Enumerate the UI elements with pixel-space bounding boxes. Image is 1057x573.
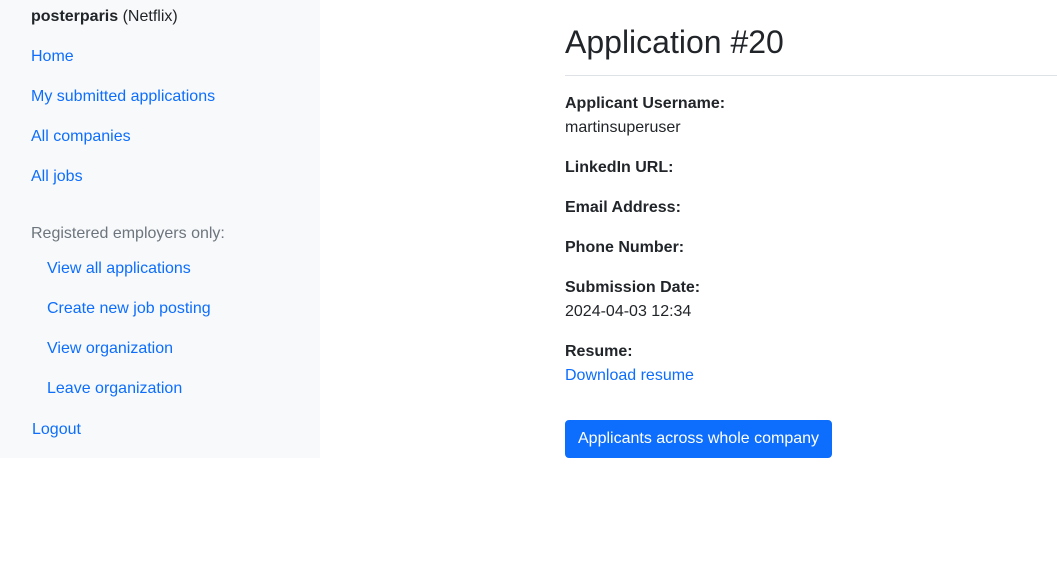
applicant-username-value: martinsuperuser [565,119,681,136]
nav-link-view-applications[interactable]: View all applications [47,259,191,279]
email-address-label: Email Address: [565,199,681,216]
current-user: posterparis (Netflix) [31,7,178,27]
download-resume-link[interactable]: Download resume [565,366,694,386]
submission-date-label: Submission Date: [565,279,701,296]
applicant-username-label: Applicant Username: [565,95,726,112]
phone-number-label: Phone Number: [565,239,685,256]
page-title: Application #20 [565,24,784,60]
nav-link-my-applications[interactable]: My submitted applications [31,87,215,107]
nav-link-all-jobs[interactable]: All jobs [31,167,83,187]
username: posterparis [31,8,119,25]
employers-section-label: Registered employers only: [31,225,225,242]
user-company: (Netflix) [122,8,178,25]
nav-link-logout[interactable]: Logout [32,420,81,440]
resume-label: Resume: [565,343,633,360]
nav-link-home[interactable]: Home [31,47,74,67]
linkedin-url-label: LinkedIn URL: [565,159,674,176]
nav-link-leave-organization[interactable]: Leave organization [47,379,182,399]
company-applicants-button[interactable]: Applicants across whole company [565,420,833,458]
submission-date-value: 2024-04-03 12:34 [565,303,692,320]
nav-link-view-organization[interactable]: View organization [47,339,173,359]
nav-link-create-job[interactable]: Create new job posting [47,299,211,319]
sidebar: posterparis (Netflix) Home My submitted … [0,0,320,458]
nav-link-all-companies[interactable]: All companies [31,127,131,147]
main-content: Application #20 Applicant Username: mart… [565,0,1057,573]
title-divider [565,75,1057,76]
